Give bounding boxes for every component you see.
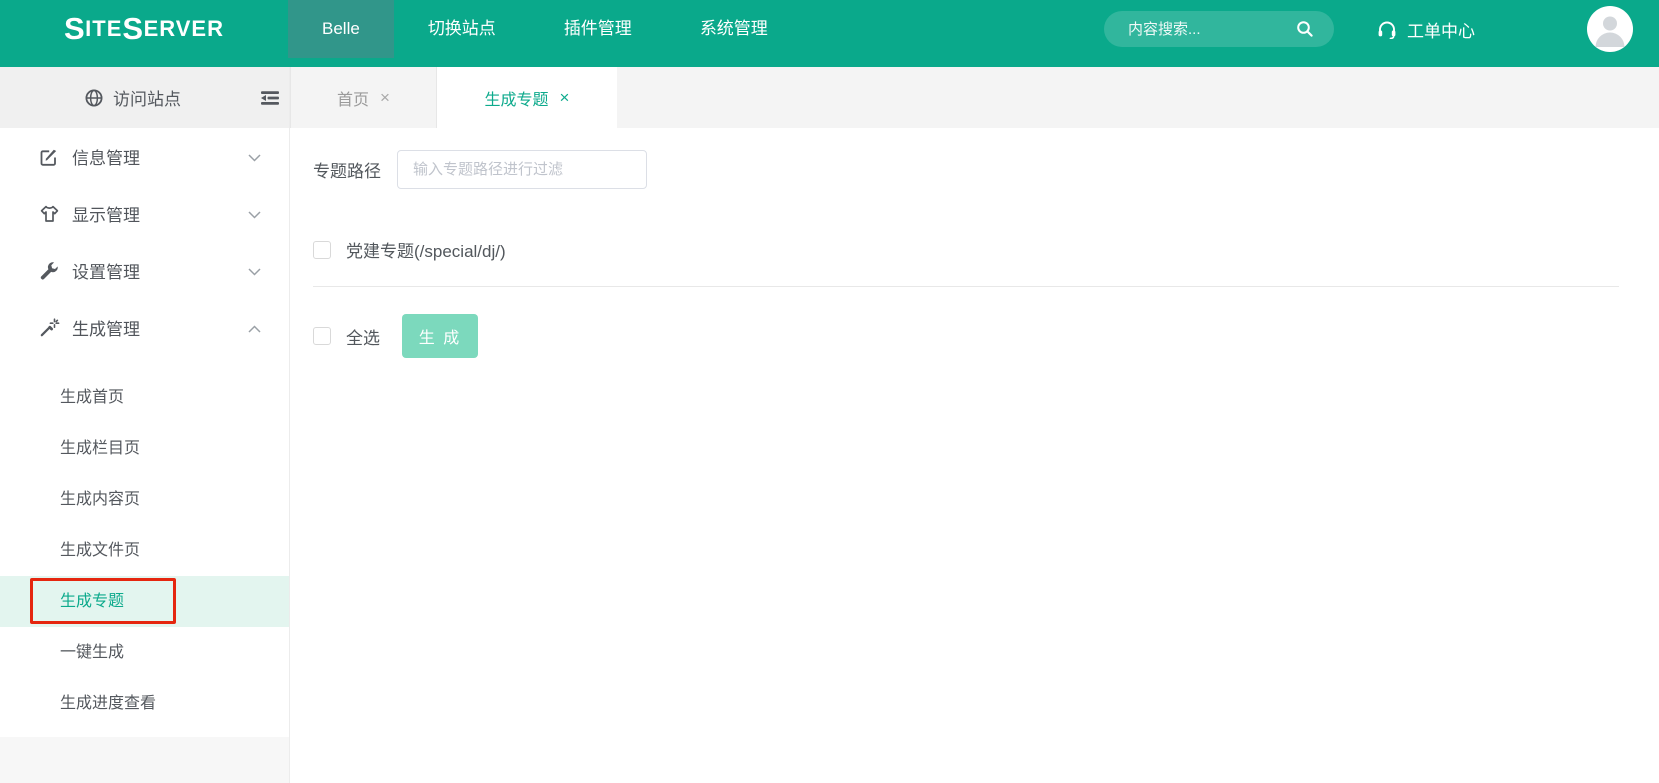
- topic-label: 党建专题(/special/dj/): [346, 242, 506, 261]
- generate-button[interactable]: 生 成: [402, 314, 478, 358]
- sidebar-item-info-management[interactable]: 信息管理: [0, 128, 289, 185]
- user-avatar[interactable]: [1587, 6, 1633, 52]
- sidebar-item-display-management[interactable]: 显示管理: [0, 185, 289, 242]
- tab-homepage[interactable]: 首页 ×: [290, 67, 437, 128]
- sidebar-item-generate-content-pages[interactable]: 生成内容页: [0, 474, 289, 525]
- sidebar-item-generate-homepage[interactable]: 生成首页: [0, 372, 289, 423]
- app-header: S ITE S ERVER Belle 切换站点 插件管理 系统管理 内容搜索.…: [0, 0, 1659, 67]
- visit-site-row: 访问站点: [0, 67, 289, 128]
- sidebar-item-generate-special-topics[interactable]: 生成专题: [0, 576, 289, 627]
- nav-item-switch-site[interactable]: 切换站点: [394, 0, 530, 58]
- tab-generate-special-topics[interactable]: 生成专题 ×: [437, 67, 617, 128]
- logo-text: S: [63, 11, 86, 46]
- edit-icon: [38, 147, 60, 167]
- visit-site-label: 访问站点: [113, 90, 181, 109]
- tab-label: 生成专题: [484, 91, 549, 109]
- headset-icon: [1378, 21, 1396, 39]
- nav-item-belle[interactable]: Belle: [288, 0, 394, 58]
- sidebar-item-settings-management[interactable]: 设置管理: [0, 242, 289, 299]
- chevron-up-icon: [248, 318, 261, 338]
- topic-path-filter-row: 专题路径: [313, 150, 1629, 189]
- sidebar-item-label: 生成管理: [72, 320, 140, 339]
- chevron-down-icon: [248, 261, 261, 281]
- sidebar-item-generate-channel-pages[interactable]: 生成栏目页: [0, 423, 289, 474]
- close-icon[interactable]: ×: [560, 89, 570, 106]
- sidebar: 访问站点 信息管理 显示管理 设置管理 生成管理 生成首页 生成栏目页 生成内容…: [0, 67, 290, 783]
- chevron-down-icon: [248, 147, 261, 167]
- magic-wand-icon: [38, 317, 60, 338]
- sidebar-item-label: 生成专题: [60, 593, 125, 610]
- wrench-icon: [38, 261, 60, 281]
- page-content: 专题路径 党建专题(/special/dj/) 全选 生 成: [290, 128, 1659, 783]
- sidebar-menu: 信息管理 显示管理 设置管理 生成管理: [0, 128, 289, 356]
- visit-site-button[interactable]: 访问站点: [84, 85, 181, 110]
- sidebar-collapse-icon[interactable]: [258, 88, 282, 113]
- siteserver-logo[interactable]: S ITE S ERVER: [0, 0, 288, 58]
- sidebar-item-generate-management[interactable]: 生成管理: [0, 299, 289, 356]
- topic-checkbox[interactable]: [313, 240, 331, 259]
- sidebar-item-label: 显示管理: [72, 206, 140, 225]
- topic-path-filter-input[interactable]: [397, 150, 647, 189]
- content-search: [1104, 11, 1334, 47]
- nav-item-system-management[interactable]: 系统管理: [666, 0, 802, 58]
- ticket-center-label: 工单中心: [1407, 21, 1475, 41]
- divider: [313, 286, 1619, 287]
- sidebar-item-label: 设置管理: [72, 263, 140, 282]
- select-all-label: 全选: [346, 328, 380, 348]
- person-icon: [1595, 16, 1625, 47]
- ticket-center-button[interactable]: 工单中心: [1376, 17, 1475, 42]
- sidebar-item-generate-progress-view[interactable]: 生成进度查看: [0, 678, 289, 729]
- close-icon[interactable]: ×: [380, 89, 390, 106]
- topic-path-label: 专题路径: [313, 162, 381, 181]
- app-root: S ITE S ERVER Belle 切换站点 插件管理 系统管理 内容搜索.…: [0, 0, 1659, 783]
- actions-row: 全选 生 成: [313, 314, 1629, 358]
- search-icon[interactable]: [1296, 20, 1314, 43]
- globe-icon: [85, 89, 103, 106]
- nav-item-plugin-management[interactable]: 插件管理: [530, 0, 666, 58]
- tshirt-icon: [38, 204, 60, 224]
- generate-submenu: 生成首页 生成栏目页 生成内容页 生成文件页 生成专题 一键生成 生成进度查看: [0, 356, 289, 737]
- tab-bar: 首页 × 生成专题 ×: [290, 67, 1659, 128]
- header-right: 工单中心: [1104, 0, 1659, 58]
- select-all-checkbox[interactable]: [313, 327, 331, 345]
- tab-label: 首页: [337, 91, 370, 109]
- sidebar-item-one-click-generate[interactable]: 一键生成: [0, 627, 289, 678]
- topic-list-item: 党建专题(/special/dj/): [313, 237, 1629, 262]
- chevron-down-icon: [248, 204, 261, 224]
- sidebar-filler: [0, 737, 289, 783]
- main-area: 首页 × 生成专题 × 专题路径 党建专题(/special/dj/): [290, 67, 1659, 783]
- sidebar-item-label: 信息管理: [72, 149, 140, 168]
- top-nav: Belle 切换站点 插件管理 系统管理: [288, 0, 802, 58]
- sidebar-item-generate-file-pages[interactable]: 生成文件页: [0, 525, 289, 576]
